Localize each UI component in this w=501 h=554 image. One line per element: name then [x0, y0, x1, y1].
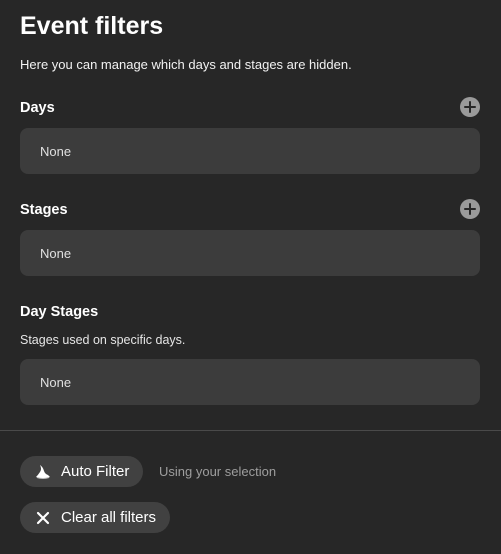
stages-value: None [40, 245, 72, 261]
clear-filters-button[interactable]: Clear all filters [20, 502, 171, 533]
page-title: Event filters [20, 12, 164, 40]
day-stages-label: Day Stages [20, 304, 99, 320]
stages-label: Stages [20, 202, 68, 218]
close-icon [34, 509, 52, 527]
days-value: None [40, 143, 72, 159]
auto-filter-button[interactable]: Auto Filter [20, 456, 144, 487]
days-field[interactable]: None [20, 128, 480, 174]
add-stage-button[interactable] [460, 199, 480, 219]
stages-field[interactable]: None [20, 230, 480, 276]
wizard-hat-icon [34, 463, 52, 481]
day-stages-field[interactable]: None [20, 359, 480, 405]
day-stages-value: None [40, 374, 72, 390]
page-description: Here you can manage which days and stage… [20, 57, 352, 72]
auto-filter-label: Auto Filter [61, 463, 130, 480]
days-label: Days [20, 100, 55, 116]
add-day-button[interactable] [460, 97, 480, 117]
clear-filters-label: Clear all filters [61, 509, 157, 526]
divider [0, 430, 501, 431]
day-stages-description: Stages used on specific days. [20, 333, 186, 347]
event-filters-panel: Event filters Here you can manage which … [0, 0, 501, 554]
auto-filter-hint: Using your selection [159, 464, 277, 479]
